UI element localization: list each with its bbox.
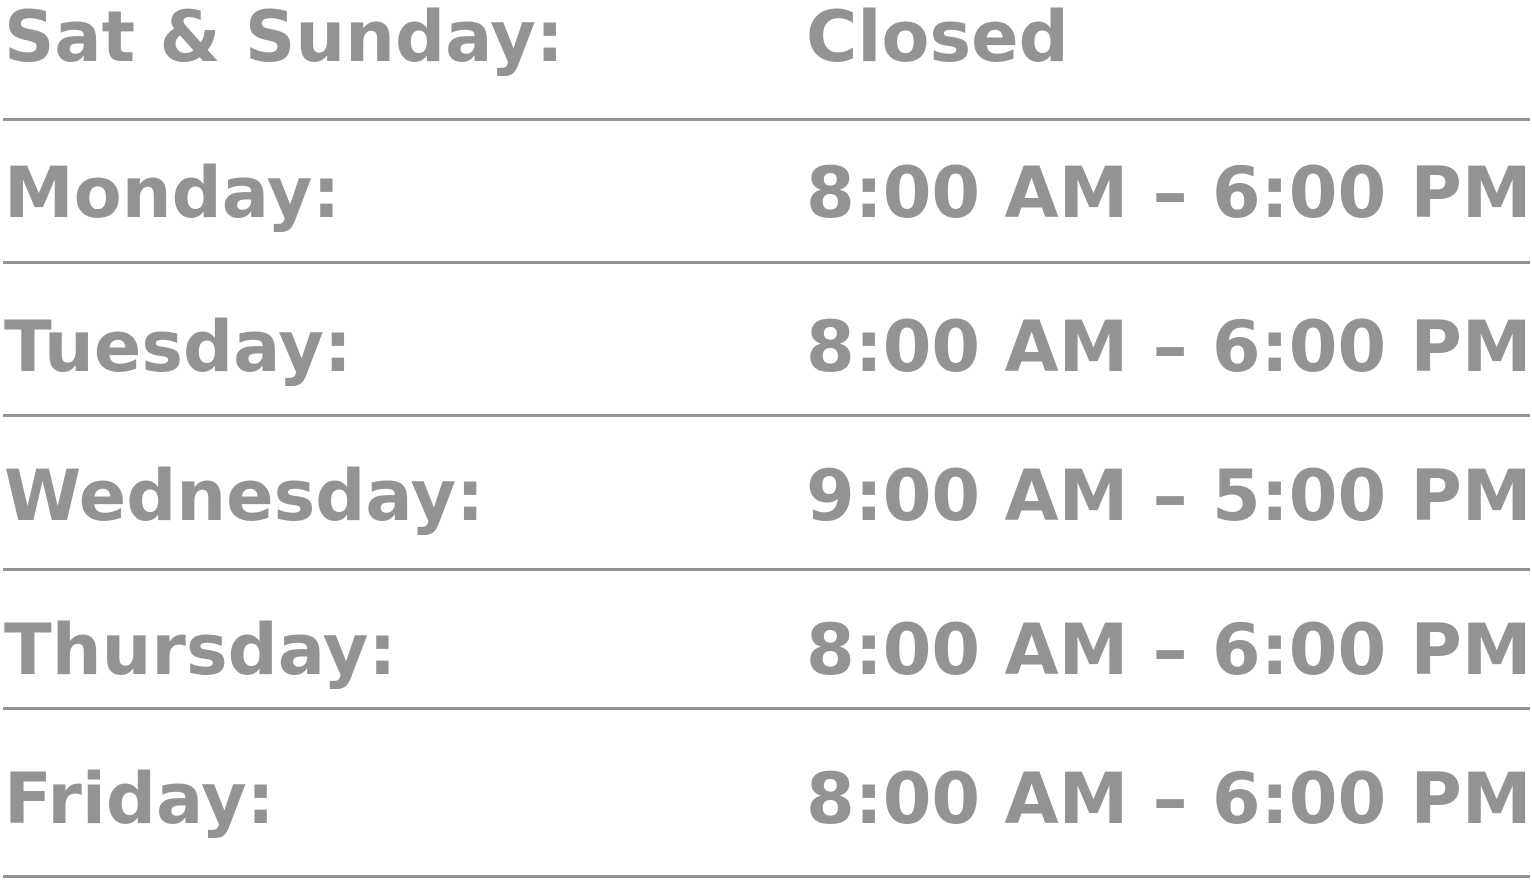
- time-value: 8:00 AM – 6:00 PM: [806, 609, 1532, 691]
- day-label: Sat & Sunday:: [4, 0, 564, 78]
- time-value: 8:00 AM – 6:00 PM: [806, 758, 1532, 840]
- day-label: Thursday:: [4, 609, 397, 691]
- row-divider: [3, 875, 1530, 878]
- day-label: Monday:: [4, 152, 341, 234]
- row-divider: [3, 261, 1530, 264]
- row-divider: [3, 118, 1530, 121]
- row-divider: [3, 568, 1530, 571]
- day-label: Wednesday:: [4, 455, 485, 537]
- time-value: 8:00 AM – 6:00 PM: [806, 306, 1532, 388]
- business-hours-table: Sat & Sunday: Closed Monday: 8:00 AM – 6…: [0, 0, 1532, 882]
- row-divider: [3, 707, 1530, 710]
- day-label: Tuesday:: [4, 306, 352, 388]
- time-value: 8:00 AM – 6:00 PM: [806, 152, 1532, 234]
- time-value: 9:00 AM – 5:00 PM: [806, 455, 1532, 537]
- day-label: Friday:: [4, 758, 275, 840]
- time-value: Closed: [806, 0, 1069, 78]
- row-divider: [3, 414, 1530, 417]
